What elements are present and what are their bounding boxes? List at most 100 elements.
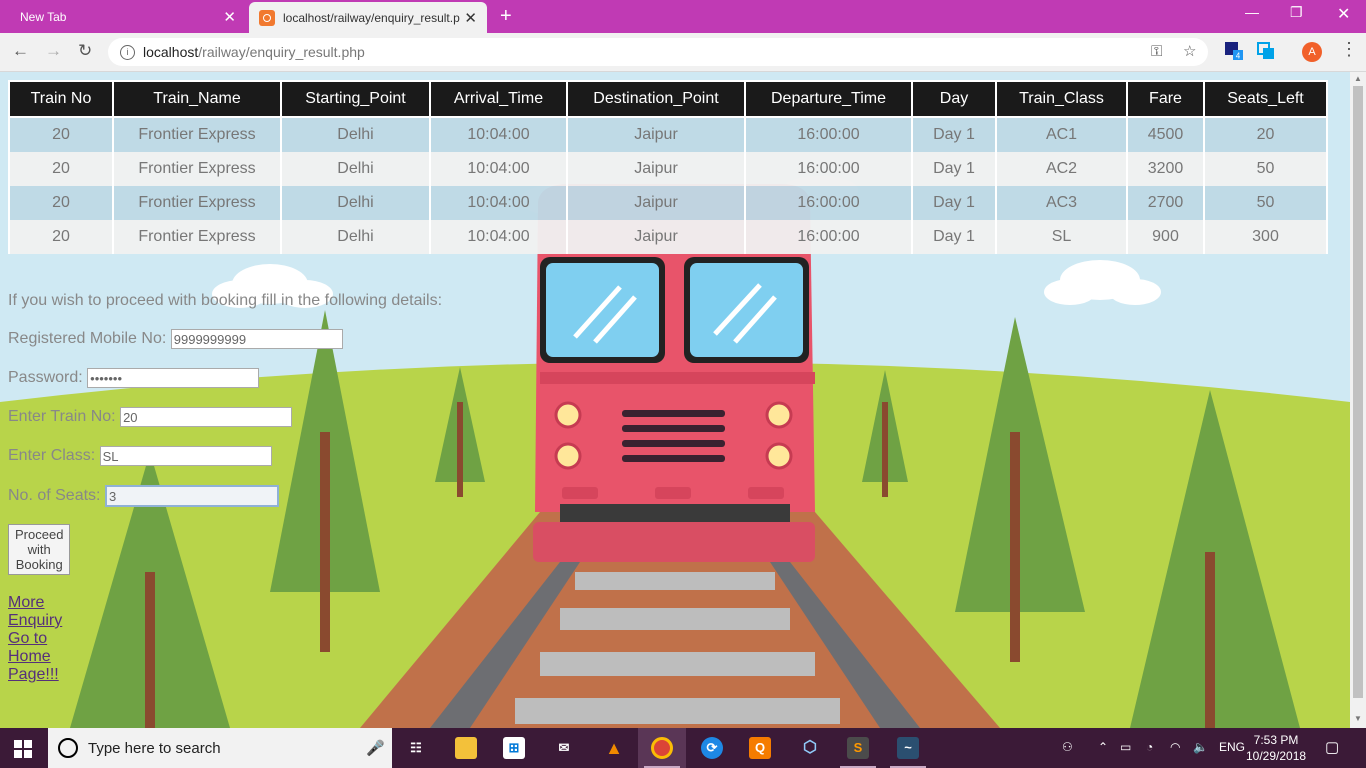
taskbar-sql-app[interactable]: ~ <box>884 728 932 768</box>
table-cell: 16:00:00 <box>744 220 913 254</box>
input-language[interactable]: ENG <box>1219 740 1245 754</box>
table-row: 20 Frontier Express Delhi 10:04:00 Jaipu… <box>8 186 1328 220</box>
table-cell: Day 1 <box>911 220 997 254</box>
microphone-icon[interactable]: 🎤 <box>366 739 385 757</box>
close-tab-icon[interactable]: ✕ <box>464 9 477 27</box>
mobile-input[interactable] <box>170 329 343 349</box>
seats-input[interactable] <box>104 485 279 507</box>
table-cell: 20 <box>8 117 114 152</box>
table-cell: SL <box>995 220 1128 254</box>
seats-row: No. of Seats: <box>8 485 279 507</box>
battery-icon[interactable]: ▭ <box>1120 740 1131 754</box>
table-cell: 50 <box>1203 186 1328 220</box>
address-bar[interactable]: i localhost/railway/enquiry_result.php ⚿… <box>108 38 1208 66</box>
tab-new-tab[interactable]: New Tab ✕ <box>0 0 246 33</box>
tab-title: localhost/railway/enquiry_result.p <box>283 10 460 25</box>
more-enquiry-link[interactable]: More Enquiry <box>8 594 62 630</box>
taskbar-search-box[interactable]: Type here to search 🎤 <box>48 728 392 768</box>
taskbar-sync-app[interactable]: ⟳ <box>688 728 736 768</box>
table-cell: Frontier Express <box>112 152 282 186</box>
column-header: Seats_Left <box>1203 80 1328 118</box>
column-header: Departure_Time <box>744 80 913 118</box>
profile-avatar[interactable]: A <box>1302 42 1322 62</box>
mail-envelope-icon: ✉ <box>558 740 570 755</box>
table-cell: Jaipur <box>566 117 746 152</box>
forward-arrow-icon[interactable]: → <box>45 41 62 61</box>
taskbar-sublime[interactable]: S <box>834 728 882 768</box>
train-no-input[interactable] <box>120 407 293 427</box>
search-placeholder: Type here to search <box>88 740 221 757</box>
column-header: Destination_Point <box>566 80 746 118</box>
table-cell: Day 1 <box>911 117 997 152</box>
clock-time: 7:53 PM <box>1253 733 1299 747</box>
table-cell: Jaipur <box>566 152 746 186</box>
page-scrollbar[interactable]: ▲ ▼ <box>1350 72 1366 728</box>
back-arrow-icon[interactable]: ← <box>12 41 29 61</box>
column-header: Train_Name <box>112 80 282 118</box>
windows-start-icon[interactable] <box>14 740 32 758</box>
people-icon[interactable]: ⚇ <box>1062 740 1073 754</box>
taskbar-virtualbox[interactable]: ⬡ <box>786 728 834 768</box>
taskbar-chrome[interactable] <box>638 728 686 768</box>
table-cell: AC1 <box>995 117 1128 152</box>
taskbar-mail[interactable]: ✉ <box>540 728 588 768</box>
restore-icon[interactable]: ❐ <box>1290 4 1303 21</box>
password-input[interactable] <box>87 368 260 388</box>
taskbar-vlc[interactable]: ▲ <box>590 728 638 768</box>
show-hidden-icons-chevron-icon[interactable]: ⌃ <box>1098 740 1108 754</box>
window-close-icon[interactable]: ✕ <box>1337 4 1350 24</box>
taskbar-store[interactable]: ⊞ <box>490 728 538 768</box>
scrollbar-thumb[interactable] <box>1353 86 1363 698</box>
taskbar-q-app[interactable]: Q <box>736 728 784 768</box>
close-tab-icon[interactable]: ✕ <box>223 8 236 26</box>
table-cell: 20 <box>1203 117 1328 152</box>
table-cell: 10:04:00 <box>429 220 568 254</box>
tab-enquiry-result[interactable]: localhost/railway/enquiry_result.p ✕ <box>249 2 487 33</box>
column-header: Day <box>911 80 997 118</box>
sync-icon: ⟳ <box>701 737 723 759</box>
proceed-booking-button[interactable]: Proceed with Booking <box>8 524 71 575</box>
taskbar-file-explorer[interactable] <box>442 728 490 768</box>
wifi-icon[interactable]: ◠ <box>1170 740 1180 754</box>
store-bag-icon: ⊞ <box>503 737 525 759</box>
site-info-icon[interactable]: i <box>120 45 135 60</box>
column-header: Fare <box>1126 80 1205 118</box>
scroll-down-arrow-icon[interactable]: ▼ <box>1354 714 1362 723</box>
table-row: 20 Frontier Express Delhi 10:04:00 Jaipu… <box>8 220 1328 254</box>
taskbar-clock[interactable]: 7:53 PM 10/29/2018 <box>1246 732 1306 764</box>
menu-dots-icon[interactable]: ⋮ <box>1340 39 1358 60</box>
reload-icon[interactable]: ↻ <box>78 41 92 61</box>
vlc-cone-icon: ▲ <box>605 738 623 758</box>
table-cell: Frontier Express <box>112 186 282 220</box>
sublime-text-icon: S <box>847 737 869 759</box>
svg-text:4: 4 <box>1236 52 1241 61</box>
new-tab-plus-icon[interactable]: + <box>500 5 512 28</box>
table-cell: 3200 <box>1126 152 1205 186</box>
table-cell: 16:00:00 <box>744 186 913 220</box>
table-header-row: Train No Train_Name Starting_Point Arriv… <box>8 80 1328 118</box>
train-no-row: Enter Train No: <box>8 407 293 427</box>
task-view-button[interactable]: ☷ <box>392 728 440 768</box>
table-cell: Delhi <box>280 186 431 220</box>
volume-icon[interactable]: 🔈 <box>1193 740 1208 754</box>
notifications-icon[interactable]: ▢ <box>1325 738 1339 756</box>
xampp-favicon-icon <box>259 9 275 26</box>
table-cell: AC2 <box>995 152 1128 186</box>
bookmark-star-icon[interactable]: ☆ <box>1183 38 1196 66</box>
column-header: Train_Class <box>995 80 1128 118</box>
table-cell: 10:04:00 <box>429 117 568 152</box>
extension-two-icon[interactable] <box>1257 42 1275 60</box>
minimize-icon[interactable]: — <box>1245 4 1259 20</box>
table-cell: AC3 <box>995 186 1128 220</box>
class-row: Enter Class: <box>8 446 272 466</box>
seats-label: No. of Seats: <box>8 487 101 505</box>
key-icon[interactable]: ⚿ <box>1151 38 1162 66</box>
table-cell: Delhi <box>280 220 431 254</box>
table-cell: 4500 <box>1126 117 1205 152</box>
network-icon[interactable]: ◔ <box>1146 740 1153 754</box>
table-cell: 900 <box>1126 220 1205 254</box>
scroll-up-arrow-icon[interactable]: ▲ <box>1354 74 1362 83</box>
home-page-link[interactable]: Go to Home Page!!! <box>8 630 59 684</box>
class-input[interactable] <box>99 446 272 466</box>
extension-one-icon[interactable]: 4 <box>1225 42 1243 60</box>
